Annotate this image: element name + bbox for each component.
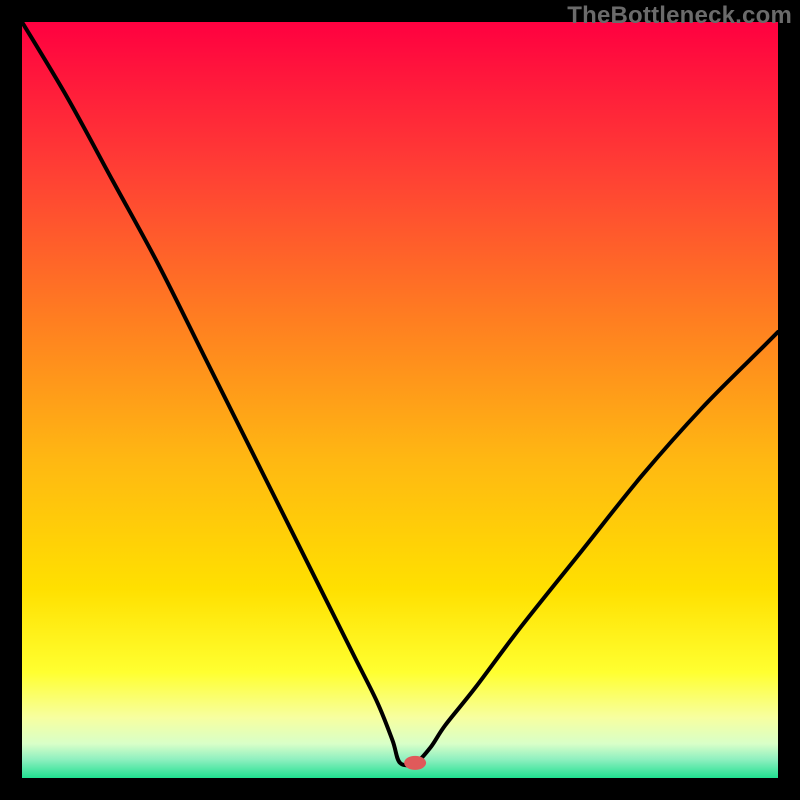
chart-frame: TheBottleneck.com	[0, 0, 800, 800]
optimum-marker	[404, 756, 426, 770]
chart-plot-area	[22, 22, 778, 778]
chart-svg	[22, 22, 778, 778]
watermark-text: TheBottleneck.com	[567, 2, 792, 30]
heatmap-background	[22, 22, 778, 778]
